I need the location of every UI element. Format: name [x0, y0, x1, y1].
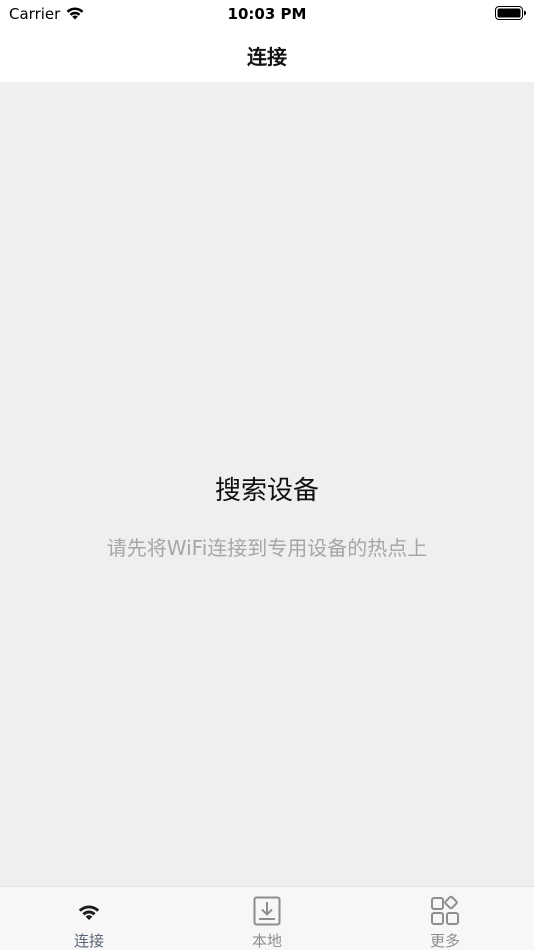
tab-more[interactable]: 更多	[356, 887, 534, 950]
navigation-bar: 连接	[0, 28, 534, 82]
tab-label-connect: 连接	[73, 932, 104, 950]
wifi-icon	[73, 895, 105, 927]
status-time: 10:03 PM	[227, 5, 307, 23]
tab-bar: 连接 本地 更多	[0, 886, 534, 950]
tab-label-more: 更多	[429, 932, 460, 950]
tab-local[interactable]: 本地	[178, 887, 356, 950]
grid-more-icon	[429, 895, 461, 927]
status-bar: Carrier 10:03 PM	[0, 0, 534, 28]
battery-icon	[495, 6, 527, 21]
search-devices-title: 搜索设备	[214, 476, 319, 506]
page-title: 连接	[247, 45, 287, 69]
connect-hint-text: 请先将WiFi连接到专用设备的热点上	[106, 536, 428, 560]
download-box-icon	[251, 895, 283, 927]
tab-label-local: 本地	[251, 932, 282, 950]
connect-content-area: 搜索设备 请先将WiFi连接到专用设备的热点上	[0, 82, 534, 886]
tab-connect[interactable]: 连接	[0, 887, 178, 950]
